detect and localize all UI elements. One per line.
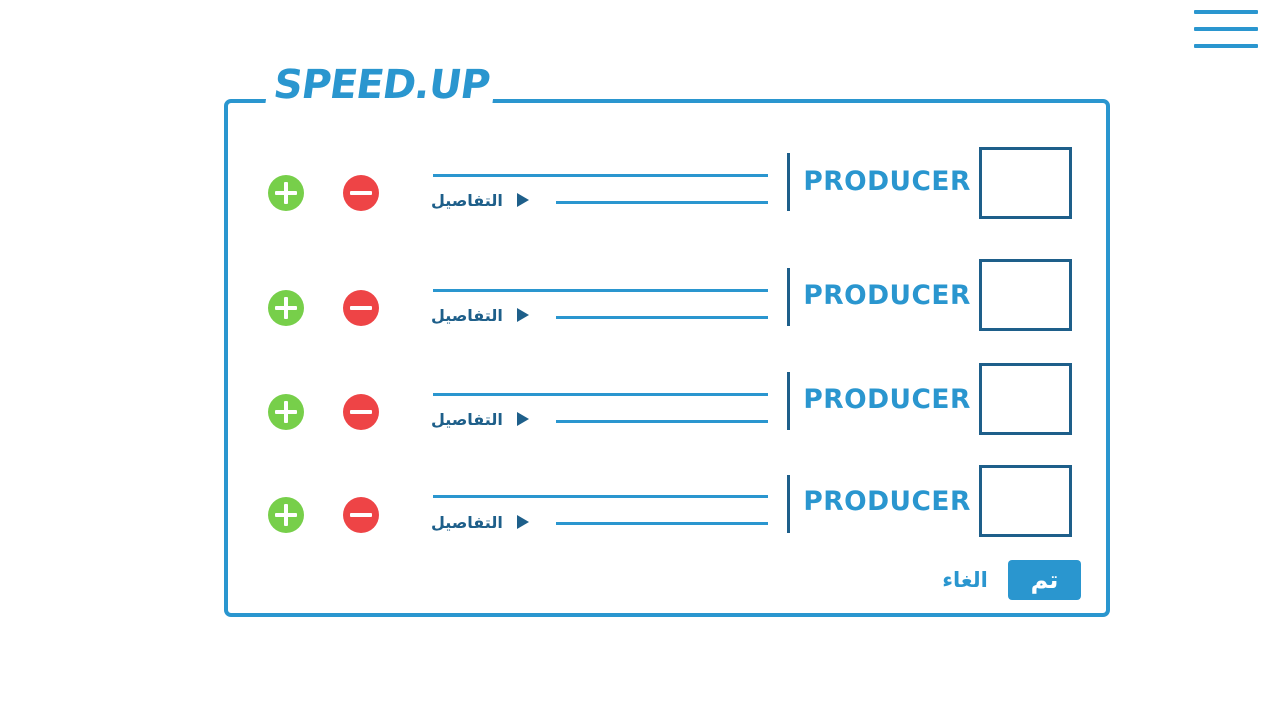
producer-row: PRODUCER التفاصيل: [0, 258, 1280, 338]
remove-button[interactable]: [343, 175, 379, 211]
remove-button[interactable]: [343, 394, 379, 430]
done-button[interactable]: تم: [1008, 560, 1081, 600]
text-line: [433, 174, 768, 177]
producer-thumbnail[interactable]: [979, 147, 1072, 219]
details-link[interactable]: التفاصيل: [431, 188, 529, 212]
producer-title: PRODUCER: [803, 486, 971, 517]
cancel-button[interactable]: الغاء: [935, 562, 995, 598]
text-line: [556, 201, 768, 204]
producer-thumbnail[interactable]: [979, 363, 1072, 435]
producer-thumbnail[interactable]: [979, 465, 1072, 537]
text-line: [433, 393, 768, 396]
producer-row: PRODUCER التفاصيل: [0, 362, 1280, 442]
text-line: [556, 522, 768, 525]
remove-button[interactable]: [343, 290, 379, 326]
producer-row: PRODUCER التفاصيل: [0, 465, 1280, 545]
play-arrow-icon: [516, 412, 529, 426]
details-label: التفاصيل: [431, 305, 503, 325]
menu-bar: [1194, 27, 1258, 31]
row-divider: [787, 475, 790, 533]
details-label: التفاصيل: [431, 512, 503, 532]
play-arrow-icon: [516, 515, 529, 529]
menu-bar: [1194, 44, 1258, 48]
details-label: التفاصيل: [431, 409, 503, 429]
remove-button[interactable]: [343, 497, 379, 533]
add-button[interactable]: [268, 175, 304, 211]
text-line: [556, 316, 768, 319]
producer-title: PRODUCER: [803, 384, 971, 415]
row-divider: [787, 268, 790, 326]
add-button[interactable]: [268, 497, 304, 533]
text-line: [433, 495, 768, 498]
details-link[interactable]: التفاصيل: [431, 510, 529, 534]
text-line: [556, 420, 768, 423]
producer-title: PRODUCER: [803, 280, 971, 311]
play-arrow-icon: [516, 193, 529, 207]
producer-row: PRODUCER التفاصيل: [0, 146, 1280, 226]
speedup-logo: SPEED.UP: [265, 62, 498, 108]
row-divider: [787, 372, 790, 430]
row-divider: [787, 153, 790, 211]
play-arrow-icon: [516, 308, 529, 322]
menu-bar: [1194, 10, 1258, 14]
details-link[interactable]: التفاصيل: [431, 407, 529, 431]
text-line: [433, 289, 768, 292]
producer-thumbnail[interactable]: [979, 259, 1072, 331]
add-button[interactable]: [268, 290, 304, 326]
hamburger-menu-icon[interactable]: [1194, 10, 1258, 50]
app-screen: SPEED.UP PRODUCER التفاصيل PRODUCER التف…: [0, 0, 1280, 720]
producer-title: PRODUCER: [803, 166, 971, 197]
add-button[interactable]: [268, 394, 304, 430]
details-link[interactable]: التفاصيل: [431, 303, 529, 327]
details-label: التفاصيل: [431, 190, 503, 210]
